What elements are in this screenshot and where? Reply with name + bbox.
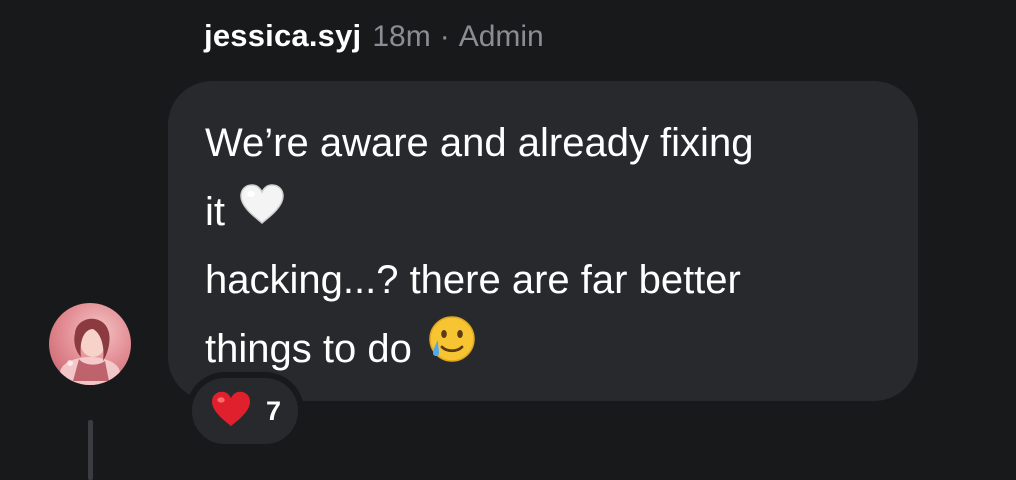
separator-dot: · <box>439 20 450 53</box>
timestamp: 18m <box>372 20 431 53</box>
message-line-2: it <box>205 178 880 247</box>
message-text-2: it <box>205 189 225 234</box>
avatar[interactable] <box>49 303 131 385</box>
message-line-4: things to do <box>205 315 880 385</box>
thread-line <box>88 420 93 480</box>
reaction-pill[interactable]: 7 <box>186 372 304 450</box>
reaction-count: 7 <box>266 395 282 426</box>
white-heart-icon <box>239 178 285 247</box>
username[interactable]: jessica.syj <box>204 18 361 54</box>
red-heart-icon <box>210 390 252 433</box>
comment-header: jessica.syj 18m · Admin <box>204 18 544 62</box>
message-text-3: hacking...? there are far better <box>205 258 741 302</box>
admin-badge: Admin <box>458 20 544 53</box>
message-line-3: hacking...? there are far better <box>205 246 880 315</box>
crying-smile-icon <box>426 315 478 385</box>
message-text-1: We’re aware and already fixing <box>205 121 754 165</box>
comment-bubble[interactable]: We’re aware and already fixing it hackin… <box>168 81 918 401</box>
avatar-image <box>60 318 120 385</box>
message-line-1: We’re aware and already fixing <box>205 109 880 178</box>
